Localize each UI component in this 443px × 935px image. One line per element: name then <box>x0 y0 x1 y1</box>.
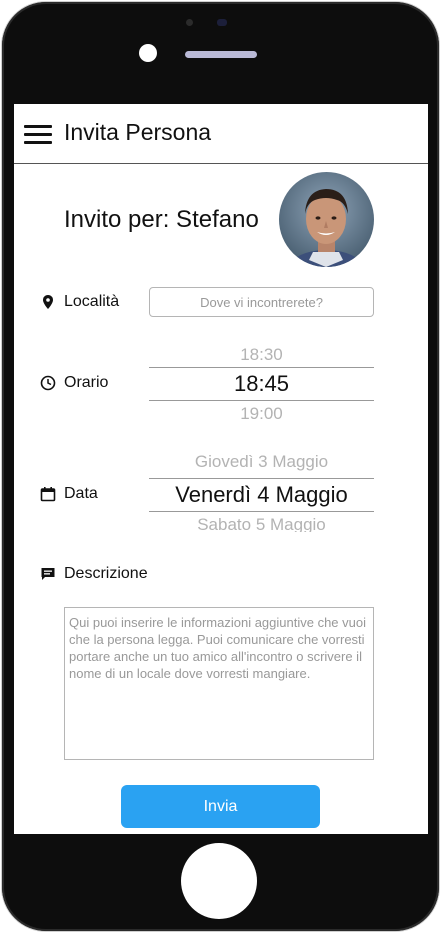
app-header: Invita Persona <box>14 104 428 164</box>
date-option-next[interactable]: Sabato 5 Maggio <box>149 515 374 532</box>
description-textarea[interactable]: Qui puoi inserire le informazioni aggiun… <box>64 607 374 760</box>
ambient-sensor <box>217 19 227 26</box>
app-screen: Invita Persona Invito per: Stefano Local… <box>14 104 428 834</box>
phone-frame: Invita Persona Invito per: Stefano Local… <box>0 0 443 935</box>
time-option-next[interactable]: 19:00 <box>149 404 374 421</box>
earpiece-speaker <box>185 51 257 58</box>
home-button[interactable] <box>181 843 257 919</box>
front-camera <box>139 44 157 62</box>
hamburger-menu-icon[interactable] <box>24 125 52 145</box>
map-pin-icon <box>43 295 53 309</box>
date-option-selected[interactable]: Venerdì 4 Maggio <box>149 478 374 512</box>
time-label: Orario <box>64 374 109 391</box>
location-placeholder: Dove vi incontrerete? <box>200 295 323 310</box>
description-placeholder: Qui puoi inserire le informazioni aggiun… <box>69 615 366 681</box>
invite-recipient: Invito per: Stefano <box>64 206 259 233</box>
location-label: Località <box>64 293 120 310</box>
time-option-selected[interactable]: 18:45 <box>149 367 374 401</box>
date-label: Data <box>64 485 98 502</box>
time-option-previous[interactable]: 18:30 <box>149 344 374 362</box>
avatar <box>279 172 374 267</box>
send-button[interactable]: Invia <box>121 785 320 828</box>
date-option-previous[interactable]: Giovedì 3 Maggio <box>149 452 374 474</box>
page-title: Invita Persona <box>64 119 212 145</box>
comment-icon <box>41 568 55 580</box>
description-label: Descrizione <box>64 565 148 582</box>
location-input[interactable]: Dove vi incontrerete? <box>149 287 374 317</box>
proximity-sensor <box>186 19 193 26</box>
clock-icon <box>40 375 56 391</box>
calendar-icon <box>40 487 56 502</box>
